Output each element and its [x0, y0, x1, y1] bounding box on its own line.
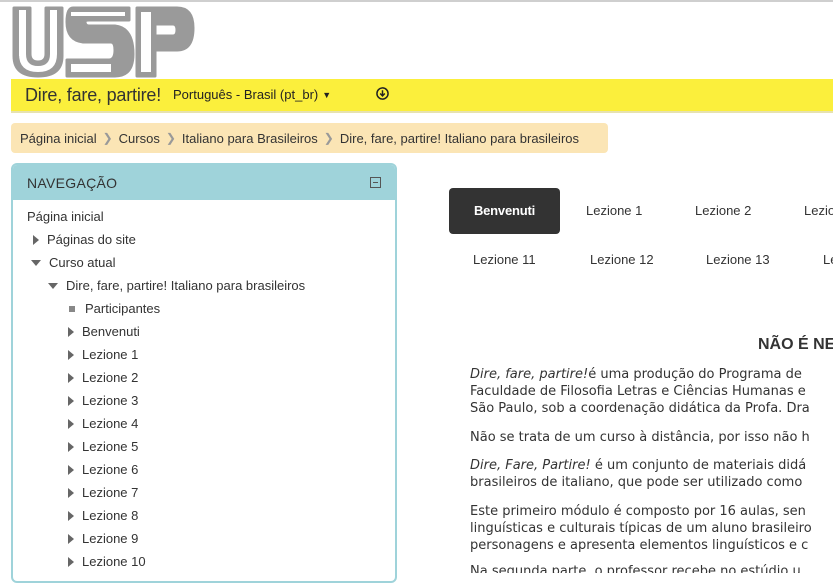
text-line: é uma produção do Programa de	[588, 367, 802, 382]
site-name[interactable]: Dire, fare, partire!	[25, 85, 161, 106]
breadcrumb-item-cursos[interactable]: Cursos	[119, 131, 160, 146]
tab-lezione-1[interactable]: Lezione 1	[586, 188, 642, 234]
breadcrumb-item-course[interactable]: Dire, fare, partire! Italiano para brasi…	[340, 131, 579, 146]
expand-arrow-icon	[33, 234, 39, 245]
text-line: Faculdade de Filosofia Letras e Ciências…	[470, 384, 806, 399]
paragraph-3: Dire, Fare, Partire! é um conjunto de ma…	[470, 457, 806, 491]
nav-item-lezione-9[interactable]: Lezione 9	[68, 531, 138, 546]
nav-item-label: Página inicial	[27, 209, 104, 224]
text-line: brasileiros de italiano, que pode ser ut…	[470, 475, 803, 490]
expand-arrow-icon	[68, 533, 74, 544]
expand-arrow-icon	[68, 326, 74, 337]
caret-down-icon: ▼	[322, 89, 332, 100]
expand-arrow-icon	[68, 395, 74, 406]
top-navbar: Dire, fare, partire! Português - Brasil …	[11, 79, 833, 111]
chevron-right-icon: ❯	[165, 131, 176, 145]
navbar-shadow	[11, 111, 833, 113]
expand-arrow-icon	[68, 418, 74, 429]
language-label: Português - Brasil (pt_br)	[173, 87, 319, 102]
nav-item-label: Lezione 7	[82, 485, 139, 500]
usp-logo[interactable]	[11, 4, 196, 78]
nav-item-label: Lezione 4	[82, 416, 139, 431]
tabs-row-2: Lezione 11 Lezione 12 Lezione 13 Le	[449, 237, 833, 283]
tab-lezione-14[interactable]: Le	[823, 237, 833, 283]
navigation-header: NAVEGAÇÃO	[13, 165, 395, 200]
nav-item-current-course[interactable]: Curso atual	[31, 255, 115, 270]
expand-arrow-icon	[68, 349, 74, 360]
chevron-right-icon: ❯	[102, 131, 113, 145]
collapse-arrow-icon	[31, 259, 41, 266]
tab-lezione-13[interactable]: Lezione 13	[706, 237, 770, 283]
text-line: Este primeiro módulo é composto por 16 a…	[470, 504, 806, 519]
course-title-italic: Dire, fare, partire!	[470, 367, 589, 382]
text-line: é um conjunto de materiais didá	[590, 458, 807, 473]
section-heading: NÃO É NE	[758, 336, 833, 353]
nav-item-lezione-1[interactable]: Lezione 1	[68, 347, 138, 362]
nav-item-site-pages[interactable]: Páginas do site	[33, 232, 136, 247]
nav-item-lezione-7[interactable]: Lezione 7	[68, 485, 138, 500]
top-border	[0, 0, 833, 2]
nav-item-course[interactable]: Dire, fare, partire! Italiano para brasi…	[48, 278, 305, 293]
nav-item-label: Benvenuti	[82, 324, 140, 339]
text-line: Não se trata de um curso à distância, po…	[470, 430, 810, 445]
course-description: Dire, fare, partire!é uma produção do Pr…	[470, 366, 833, 573]
download-circle-icon[interactable]	[376, 87, 389, 100]
bullet-square-icon	[69, 305, 75, 312]
nav-item-benvenuti[interactable]: Benvenuti	[68, 324, 140, 339]
collapse-arrow-icon	[48, 282, 58, 289]
nav-item-label: Lezione 6	[82, 462, 139, 477]
expand-arrow-icon	[68, 464, 74, 475]
nav-item-label: Lezione 2	[82, 370, 139, 385]
text-line: linguísticas e culturais típicas de um a…	[470, 521, 812, 536]
breadcrumb-item-category[interactable]: Italiano para Brasileiros	[182, 131, 318, 146]
nav-item-lezione-2[interactable]: Lezione 2	[68, 370, 138, 385]
language-selector[interactable]: Português - Brasil (pt_br) ▼	[173, 87, 331, 102]
course-title-italic: Dire, Fare, Partire!	[470, 458, 591, 473]
text-line: personagens e apresenta elementos linguí…	[470, 538, 809, 553]
expand-arrow-icon	[68, 441, 74, 452]
nav-item-label: Lezione 8	[82, 508, 139, 523]
tab-lezione-2[interactable]: Lezione 2	[695, 188, 751, 234]
expand-arrow-icon	[68, 487, 74, 498]
chevron-right-icon: ❯	[323, 131, 334, 145]
nav-item-lezione-8[interactable]: Lezione 8	[68, 508, 138, 523]
nav-item-label: Lezione 5	[82, 439, 139, 454]
navigation-title: NAVEGAÇÃO	[27, 175, 118, 191]
paragraph-5: Na segunda parte, o professor recebe no …	[470, 563, 801, 573]
tab-lezione-3[interactable]: Lezio	[804, 188, 833, 234]
nav-item-label: Lezione 3	[82, 393, 139, 408]
breadcrumb: Página inicial ❯ Cursos ❯ Italiano para …	[11, 123, 608, 153]
tab-lezione-11[interactable]: Lezione 11	[473, 237, 536, 283]
breadcrumb-item-home[interactable]: Página inicial	[20, 131, 97, 146]
navigation-block: NAVEGAÇÃO Página inicial Páginas do site…	[11, 163, 397, 583]
nav-item-lezione-4[interactable]: Lezione 4	[68, 416, 138, 431]
paragraph-2: Não se trata de um curso à distância, po…	[470, 429, 810, 446]
expand-arrow-icon	[68, 372, 74, 383]
tab-lezione-12[interactable]: Lezione 12	[590, 237, 654, 283]
nav-item-label: Participantes	[85, 301, 161, 316]
nav-item-label: Lezione 1	[82, 347, 139, 362]
collapse-icon[interactable]	[370, 177, 381, 188]
paragraph-1: Dire, fare, partire!é uma produção do Pr…	[470, 366, 810, 417]
tab-benvenuti[interactable]: Benvenuti	[449, 188, 560, 234]
nav-item-label: Curso atual	[49, 255, 116, 270]
nav-item-lezione-6[interactable]: Lezione 6	[68, 462, 138, 477]
nav-item-participants[interactable]: Participantes	[68, 301, 160, 316]
tabs-row-1: Benvenuti Lezione 1 Lezione 2 Lezio	[449, 188, 833, 234]
nav-item-lezione-5[interactable]: Lezione 5	[68, 439, 138, 454]
nav-item-label: Dire, fare, partire! Italiano para brasi…	[66, 278, 306, 293]
nav-item-label: Páginas do site	[47, 232, 136, 247]
paragraph-4: Este primeiro módulo é composto por 16 a…	[470, 503, 812, 554]
nav-item-home[interactable]: Página inicial	[27, 209, 104, 224]
nav-item-label: Lezione 10	[82, 554, 146, 569]
nav-item-lezione-3[interactable]: Lezione 3	[68, 393, 138, 408]
expand-arrow-icon	[68, 510, 74, 521]
text-line: Na segunda parte, o professor recebe no …	[470, 564, 801, 573]
text-line: São Paulo, sob a coordenação didática da…	[470, 401, 810, 416]
expand-arrow-icon	[68, 556, 74, 567]
nav-item-lezione-10[interactable]: Lezione 10	[68, 554, 146, 569]
nav-item-label: Lezione 9	[82, 531, 139, 546]
